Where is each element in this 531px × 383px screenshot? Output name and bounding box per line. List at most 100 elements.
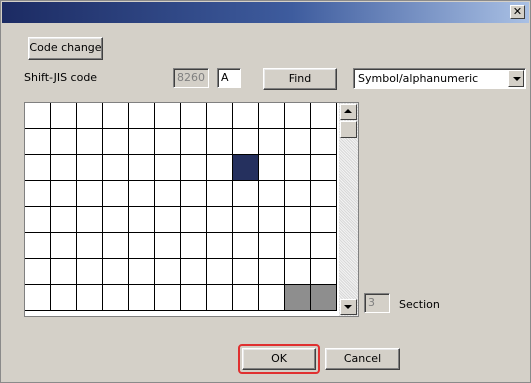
grid-cell[interactable] <box>285 285 311 311</box>
grid-cell[interactable] <box>259 259 285 285</box>
grid-cell[interactable] <box>259 207 285 233</box>
grid-cell[interactable] <box>285 155 311 181</box>
code-change-button[interactable]: Code change <box>28 37 103 60</box>
category-select[interactable]: Symbol/alphanumeric <box>353 68 526 89</box>
grid-cell[interactable] <box>311 285 337 311</box>
category-dropdown-button[interactable] <box>508 70 524 87</box>
grid-cell[interactable] <box>77 207 103 233</box>
grid-cell[interactable] <box>155 233 181 259</box>
grid-cell[interactable] <box>311 259 337 285</box>
grid-cell[interactable] <box>103 103 129 129</box>
grid-cell[interactable] <box>51 155 77 181</box>
grid-cell[interactable] <box>233 259 259 285</box>
grid-cell-selected[interactable] <box>233 155 259 181</box>
grid-cell[interactable] <box>25 129 51 155</box>
grid-cell[interactable] <box>51 129 77 155</box>
grid-cell[interactable] <box>285 259 311 285</box>
grid-cell[interactable] <box>181 259 207 285</box>
grid-cell[interactable] <box>181 129 207 155</box>
grid-cell[interactable] <box>207 207 233 233</box>
scroll-down-button[interactable] <box>340 299 357 315</box>
grid-cell[interactable] <box>259 129 285 155</box>
grid-cell[interactable] <box>311 129 337 155</box>
grid-cell[interactable] <box>181 233 207 259</box>
close-button[interactable]: ✕ <box>510 5 525 19</box>
grid-cell[interactable] <box>25 285 51 311</box>
grid-cell[interactable] <box>155 181 181 207</box>
grid-cell[interactable] <box>77 155 103 181</box>
grid-cell[interactable] <box>25 181 51 207</box>
grid-cell[interactable] <box>155 285 181 311</box>
grid-cell[interactable] <box>259 181 285 207</box>
grid-cell[interactable] <box>51 181 77 207</box>
grid-cell[interactable] <box>207 103 233 129</box>
scroll-thumb[interactable] <box>340 121 357 138</box>
grid-cell[interactable] <box>77 233 103 259</box>
grid-cell[interactable] <box>129 233 155 259</box>
grid-cell[interactable] <box>285 103 311 129</box>
grid-cell[interactable] <box>207 129 233 155</box>
grid-cell[interactable] <box>181 155 207 181</box>
grid-cell[interactable] <box>311 155 337 181</box>
grid-cell[interactable] <box>103 155 129 181</box>
grid-cell[interactable] <box>233 129 259 155</box>
grid-cell[interactable] <box>51 103 77 129</box>
grid-cell[interactable] <box>25 103 51 129</box>
grid-cell[interactable] <box>233 285 259 311</box>
scroll-up-button[interactable] <box>340 104 357 120</box>
grid-cell[interactable] <box>155 103 181 129</box>
grid-cell[interactable] <box>259 103 285 129</box>
grid-cell[interactable] <box>77 129 103 155</box>
cancel-button[interactable]: Cancel <box>325 348 400 370</box>
grid-cell[interactable] <box>129 103 155 129</box>
grid-cell[interactable] <box>311 181 337 207</box>
grid-cell[interactable] <box>311 207 337 233</box>
grid-cell[interactable] <box>77 181 103 207</box>
grid-cell[interactable] <box>207 233 233 259</box>
grid-cell[interactable] <box>129 155 155 181</box>
grid-cell[interactable] <box>259 285 285 311</box>
grid-cell[interactable] <box>155 155 181 181</box>
grid-cell[interactable] <box>129 207 155 233</box>
grid-cell[interactable] <box>103 259 129 285</box>
ok-button[interactable]: OK <box>242 348 316 370</box>
grid-cell[interactable] <box>103 285 129 311</box>
grid-cell[interactable] <box>155 129 181 155</box>
grid-cell[interactable] <box>155 259 181 285</box>
grid-cell[interactable] <box>207 259 233 285</box>
grid-cell[interactable] <box>129 129 155 155</box>
grid-cell[interactable] <box>285 207 311 233</box>
grid-cell[interactable] <box>285 129 311 155</box>
grid-cell[interactable] <box>259 233 285 259</box>
grid-cell[interactable] <box>129 285 155 311</box>
grid-cell[interactable] <box>25 155 51 181</box>
grid-cell[interactable] <box>311 233 337 259</box>
grid-cell[interactable] <box>103 207 129 233</box>
grid-cell[interactable] <box>51 233 77 259</box>
grid-cell[interactable] <box>233 207 259 233</box>
grid-cell[interactable] <box>25 207 51 233</box>
grid-cell[interactable] <box>285 181 311 207</box>
grid-cell[interactable] <box>233 233 259 259</box>
grid-cell[interactable] <box>311 103 337 129</box>
grid-cell[interactable] <box>233 103 259 129</box>
grid-cell[interactable] <box>285 233 311 259</box>
grid-cell[interactable] <box>129 181 155 207</box>
grid-cell[interactable] <box>103 181 129 207</box>
grid-cell[interactable] <box>51 285 77 311</box>
grid-cell[interactable] <box>103 129 129 155</box>
grid-cell[interactable] <box>77 103 103 129</box>
grid-cell[interactable] <box>181 103 207 129</box>
grid-cell[interactable] <box>25 259 51 285</box>
grid-cell[interactable] <box>181 181 207 207</box>
grid-cell[interactable] <box>207 155 233 181</box>
grid-cell[interactable] <box>259 155 285 181</box>
grid-vertical-scrollbar[interactable] <box>339 103 358 316</box>
grid-cell[interactable] <box>155 207 181 233</box>
grid-cell[interactable] <box>51 207 77 233</box>
find-button[interactable]: Find <box>263 68 337 90</box>
grid-cell[interactable] <box>25 233 51 259</box>
grid-cell[interactable] <box>129 259 155 285</box>
grid-cell[interactable] <box>233 181 259 207</box>
grid-cell[interactable] <box>77 259 103 285</box>
